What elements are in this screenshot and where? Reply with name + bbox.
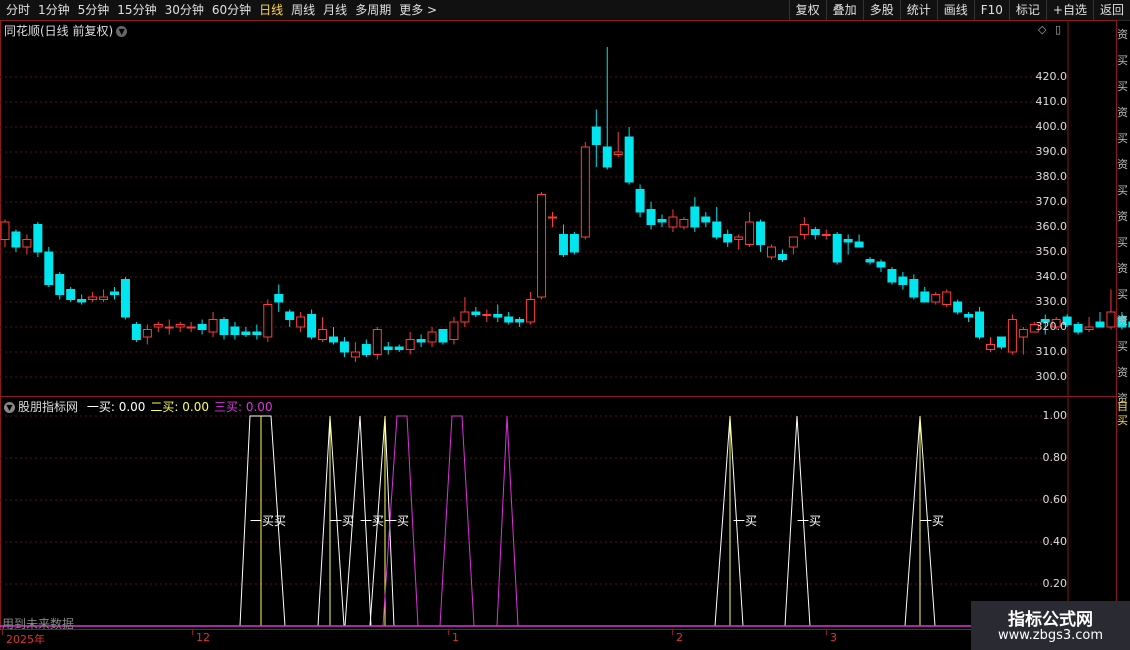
side-info-strip-lower: 自买 <box>1117 400 1128 427</box>
chevron-down-icon[interactable]: ▼ <box>4 402 15 413</box>
toolbar-button[interactable]: F10 <box>973 0 1009 20</box>
date-tick <box>192 630 193 635</box>
date-tick <box>2 630 3 635</box>
toolbar-buttons: 复权 叠加 多股 统计 画线 F10 标记 +自选 返回 <box>788 0 1130 20</box>
watermark-title: 指标公式网 <box>1008 610 1093 630</box>
chevron-down-icon[interactable]: ▼ <box>116 26 128 37</box>
price-tick-label: 400.0 <box>1035 120 1068 133</box>
toolbar-button[interactable]: +自选 <box>1045 0 1093 20</box>
price-tick-label: 310.0 <box>1035 345 1068 358</box>
panel-toggle-icon[interactable]: ▯ <box>1055 23 1061 36</box>
toolbar-button[interactable]: 返回 <box>1092 0 1130 20</box>
date-label: 2 <box>676 631 683 644</box>
period-tab[interactable]: 15分钟 <box>113 0 160 20</box>
indicator-tick-label: 0.80 <box>1042 451 1068 464</box>
chart-title[interactable]: 同花顺(日线 前复权) ▼ <box>4 22 128 39</box>
indicator-tick-label: 0.20 <box>1042 577 1068 590</box>
indicator-value: 三买: 0.00 <box>214 400 273 414</box>
diamond-icon[interactable]: ◇ <box>1038 23 1046 36</box>
period-tab[interactable]: 1分钟 <box>34 0 74 20</box>
indicator-title[interactable]: ▼ 股朋指标网 一买: 0.00 二买: 0.00 三买: 0.00 <box>4 398 273 415</box>
date-axis: 2025年 12 1 2 3 <box>0 629 1130 646</box>
date-tick <box>672 630 673 635</box>
toolbar-button[interactable]: 画线 <box>936 0 974 20</box>
watermark-url: www.zbgs3.com <box>997 628 1104 643</box>
price-tick-label: 350.0 <box>1035 245 1068 258</box>
date-label: 3 <box>830 631 837 644</box>
indicator-value: 一买: 0.00 <box>86 400 146 414</box>
indicator-tick-label: 1.00 <box>1042 409 1068 422</box>
main-chart-panel <box>0 20 1117 397</box>
date-tick <box>826 630 827 635</box>
indicator-name: 股朋指标网 <box>18 400 79 414</box>
price-tick-label: 390.0 <box>1035 145 1068 158</box>
price-tick-label: 360.0 <box>1035 220 1068 233</box>
period-tab[interactable]: 60分钟 <box>208 0 255 20</box>
period-tab[interactable]: 5分钟 <box>74 0 114 20</box>
toolbar-button[interactable]: 叠加 <box>825 0 863 20</box>
price-tick-label: 410.0 <box>1035 95 1068 108</box>
top-toolbar: 分时 1分钟 5分钟 15分钟 30分钟 60分钟 日线 周线 月线 多周期 更多 > 复权 叠加 多股… <box>0 0 1130 21</box>
period-tab[interactable]: 分时 <box>2 0 34 20</box>
toolbar-button[interactable]: 复权 <box>788 0 826 20</box>
indicator-panel <box>0 396 1117 630</box>
date-tick <box>448 630 449 635</box>
toolbar-button[interactable]: 统计 <box>899 0 937 20</box>
period-tab[interactable]: 30分钟 <box>161 0 208 20</box>
period-tab[interactable]: 更多 > <box>395 0 441 20</box>
price-tick-label: 380.0 <box>1035 170 1068 183</box>
price-tick-label: 340.0 <box>1035 270 1068 283</box>
toolbar-button[interactable]: 标记 <box>1008 0 1046 20</box>
side-info-strip: 资买买资买资买资买资买资买资资最资资外扎版 <box>1117 28 1128 405</box>
indicator-tick-label: 0.40 <box>1042 535 1068 548</box>
toolbar-button[interactable]: 多股 <box>862 0 900 20</box>
period-tabs: 分时 1分钟 5分钟 15分钟 30分钟 60分钟 日线 周线 月线 多周期 更多 > <box>2 0 441 20</box>
indicator-tick-label: 0.60 <box>1042 493 1068 506</box>
price-tick-label: 300.0 <box>1035 370 1068 383</box>
date-label: 12 <box>196 631 210 644</box>
date-label: 1 <box>452 631 459 644</box>
price-tick-label: 420.0 <box>1035 70 1068 83</box>
period-tab[interactable]: 周线 <box>287 0 319 20</box>
date-label: 2025年 <box>6 633 45 646</box>
price-tick-label: 330.0 <box>1035 295 1068 308</box>
price-tick-label: 320.0 <box>1035 320 1068 333</box>
period-tab[interactable]: 多周期 <box>351 0 395 20</box>
price-tick-label: 370.0 <box>1035 195 1068 208</box>
period-tab[interactable]: 日线 <box>255 0 287 20</box>
indicator-value: 二买: 0.00 <box>150 400 209 414</box>
period-tab[interactable]: 月线 <box>319 0 351 20</box>
watermark-logo: 指标公式网 www.zbgs3.com <box>971 601 1130 650</box>
